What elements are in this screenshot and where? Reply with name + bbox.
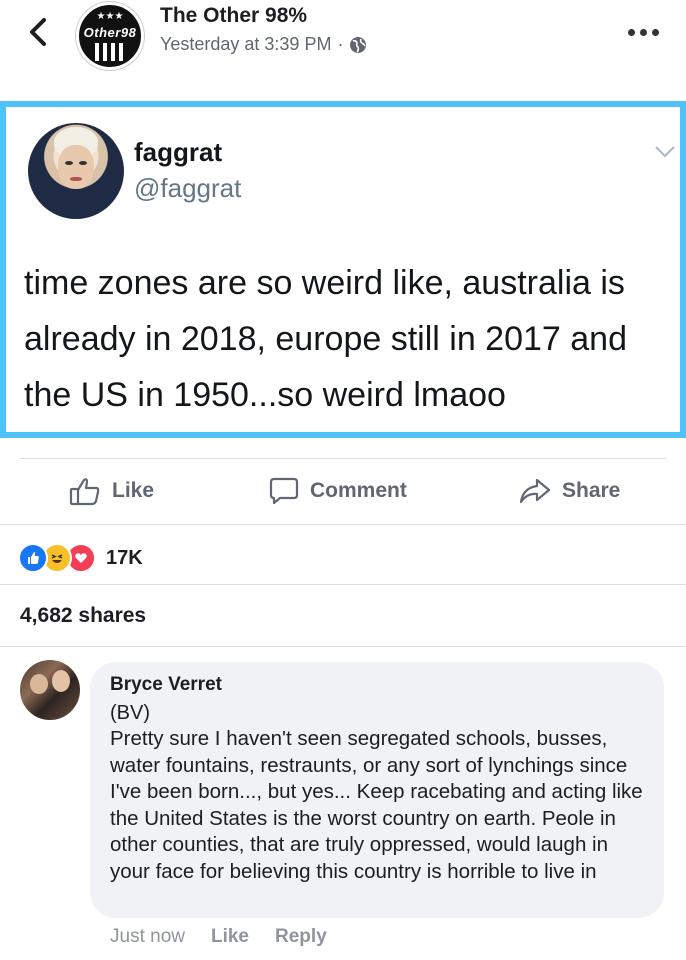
post-actions-bar: Like Comment Share	[0, 466, 686, 516]
tweet-text: time zones are so weird like, australia …	[24, 264, 627, 414]
commenter-tag: (BV)	[110, 702, 150, 724]
meta-separator: ·	[337, 34, 344, 54]
like-label: Like	[112, 479, 155, 502]
divider	[20, 458, 666, 459]
logo-text: Other98	[83, 25, 137, 40]
comment-reply-button[interactable]: Reply	[275, 926, 327, 948]
comment-bubble-icon	[269, 477, 299, 505]
reactions-summary[interactable]: 17K	[18, 542, 143, 574]
like-button[interactable]: Like	[68, 466, 154, 516]
share-button[interactable]: Share	[518, 466, 620, 516]
dot-icon	[628, 28, 635, 36]
commenter-avatar[interactable]	[20, 660, 80, 720]
comment-meta: Just now Like Reply	[110, 926, 327, 948]
comment-bubble: Bryce Verret (BV) Pretty sure I haven't …	[90, 662, 664, 918]
tweet-screenshot-card[interactable]: faggrat @faggrat time zones are so weird…	[0, 101, 686, 438]
dot-icon	[640, 28, 647, 36]
comment-time: Just now	[110, 926, 185, 947]
back-button[interactable]	[24, 14, 54, 50]
post-meta: Yesterday at 3:39 PM ·	[160, 34, 367, 55]
shares-count[interactable]: 4,682 shares	[20, 604, 146, 628]
post-timestamp[interactable]: Yesterday at 3:39 PM	[160, 34, 331, 55]
comment-text: Pretty sure I haven't seen segregated sc…	[110, 727, 643, 883]
divider	[0, 584, 686, 585]
page-avatar[interactable]: ★★★ Other98	[76, 2, 144, 70]
share-arrow-icon	[519, 478, 551, 504]
more-options-button[interactable]	[628, 22, 668, 42]
comment-like-button[interactable]: Like	[211, 926, 249, 948]
page-name[interactable]: The Other 98%	[160, 4, 307, 28]
thumbs-up-icon	[69, 478, 100, 506]
chevron-left-icon	[30, 18, 46, 46]
divider	[0, 646, 686, 647]
flag-icon	[95, 43, 125, 61]
comment-button[interactable]: Comment	[268, 466, 407, 516]
divider	[0, 524, 686, 525]
tweet-display-name: faggrat	[134, 137, 223, 167]
chevron-down-icon	[655, 146, 675, 158]
tweet-avatar	[28, 123, 124, 219]
logo-stars: ★★★	[96, 11, 124, 22]
like-reaction-icon	[18, 543, 48, 573]
dot-icon	[652, 28, 659, 36]
tweet-handle: @faggrat	[134, 173, 242, 203]
globe-icon	[350, 36, 367, 53]
commenter-name[interactable]: Bryce Verret	[110, 674, 222, 696]
comment-label: Comment	[310, 479, 407, 502]
share-label: Share	[562, 479, 621, 502]
reaction-count: 17K	[106, 546, 143, 569]
